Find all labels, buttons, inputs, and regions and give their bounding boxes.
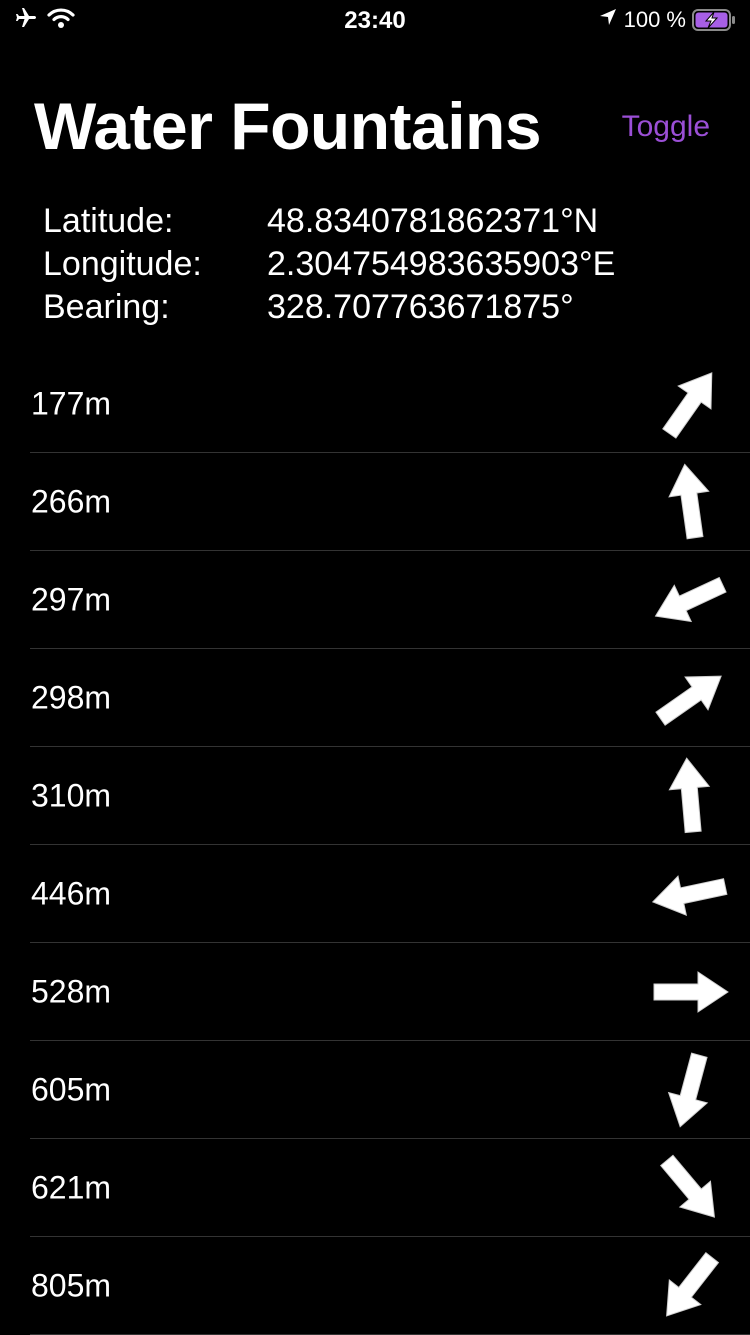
arrow-up-right-icon (650, 364, 730, 444)
fountain-list: 177m 266m 297m 298m 310m 446m 528m 605m 621m 805m (0, 355, 750, 1335)
list-item[interactable]: 605m (0, 1041, 750, 1139)
list-item[interactable]: 805m (0, 1237, 750, 1335)
arrow-down-icon (650, 1050, 730, 1130)
arrow-left-icon (650, 854, 730, 934)
location-arrow-icon (598, 7, 618, 33)
list-item[interactable]: 446m (0, 845, 750, 943)
battery-charging-icon (692, 9, 736, 31)
longitude-value: 2.304754983635903°E (267, 245, 616, 283)
battery-percentage: 100 % (623, 7, 686, 32)
list-item[interactable]: 528m (0, 943, 750, 1041)
list-item[interactable]: 310m (0, 747, 750, 845)
fountain-distance: 805m (31, 1267, 112, 1304)
fountain-distance: 177m (31, 385, 112, 422)
longitude-row: Longitude: 2.304754983635903°E (43, 243, 615, 286)
latitude-row: Latitude: 48.8340781862371°N (43, 200, 615, 243)
status-bar: 23:40 100 % (0, 0, 750, 40)
bearing-row: Bearing: 328.707763671875° (43, 286, 615, 329)
list-item[interactable]: 266m (0, 453, 750, 551)
fountain-distance: 528m (31, 973, 112, 1010)
latitude-label: Latitude: (43, 202, 174, 240)
bearing-value: 328.707763671875° (267, 288, 574, 326)
fountain-distance: 266m (31, 483, 112, 520)
page-title: Water Fountains (34, 89, 542, 163)
fountain-distance: 605m (31, 1071, 112, 1108)
list-item[interactable]: 621m (0, 1139, 750, 1237)
longitude-label: Longitude: (43, 245, 202, 283)
arrow-down-right-icon (650, 1148, 730, 1228)
list-item[interactable]: 298m (0, 649, 750, 747)
list-item[interactable]: 177m (0, 355, 750, 453)
navigation-bar: Water Fountains Toggle (34, 80, 710, 170)
arrow-right-icon (650, 952, 730, 1032)
arrow-up-right-icon (650, 658, 730, 738)
arrow-up-icon (650, 756, 730, 836)
toggle-button[interactable]: Toggle (622, 110, 710, 144)
list-item[interactable]: 297m (0, 551, 750, 649)
arrow-up-icon (650, 462, 730, 542)
location-info: Latitude: 48.8340781862371°N Longitude: … (43, 200, 615, 329)
fountain-distance: 310m (31, 777, 112, 814)
fountain-distance: 298m (31, 679, 112, 716)
fountain-distance: 297m (31, 581, 112, 618)
arrow-down-left-icon (650, 1246, 730, 1326)
arrow-down-left-icon (650, 560, 730, 640)
fountain-distance: 446m (31, 875, 112, 912)
bearing-label: Bearing: (43, 288, 170, 326)
fountain-distance: 621m (31, 1169, 112, 1206)
latitude-value: 48.8340781862371°N (267, 202, 599, 240)
